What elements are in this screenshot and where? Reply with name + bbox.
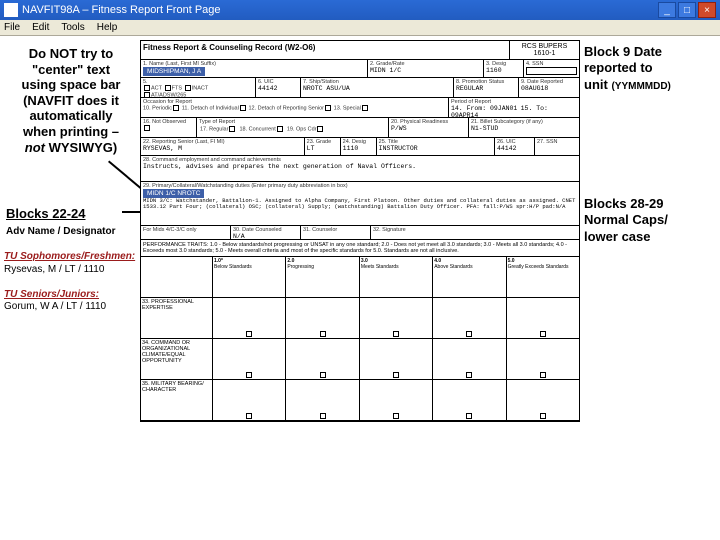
performance-header: PERFORMANCE TRAITS: 1.0 - Below standard… — [141, 240, 579, 257]
annotation-blocks22-24: Blocks 22-24 Adv Name / Designator — [6, 206, 136, 238]
form-version: RCS BUPERS 1610-1 — [509, 41, 579, 59]
fitrep-form: Fitness Report & Counseling Record (W2-O… — [140, 40, 580, 422]
period-from[interactable]: 14. From: 09JAN01 — [451, 105, 517, 112]
annotation-advisor-list: TU Sophomores/Freshmen: Rysevas, M / LT … — [4, 251, 144, 314]
form-title: Fitness Report & Counseling Record (W2-O… — [141, 41, 509, 59]
annotation-center-warning: Do NOT try to "center" text using space … — [6, 46, 136, 155]
date-reported-field[interactable]: 08AUG18 — [521, 85, 577, 92]
menubar: File Edit Tools Help — [0, 20, 720, 36]
trait-35: 35. MILITARY BEARING/ CHARACTER — [141, 380, 213, 420]
inact-checkbox[interactable] — [185, 85, 191, 91]
other-checkbox[interactable] — [144, 92, 150, 98]
trait-34: 34. COMMAND OR ORGANIZATIONAL CLIMATE/EQ… — [141, 339, 213, 379]
promo-field[interactable]: REGULAR — [456, 85, 516, 92]
annotation-blocks28-29: Blocks 28-29 Normal Caps/ lower case — [584, 196, 714, 245]
block29-text[interactable]: MIDN 3/C: Watchstander, Battalion-1. Ass… — [143, 198, 577, 211]
not-observed-checkbox[interactable] — [144, 125, 150, 131]
menu-help[interactable]: Help — [97, 22, 118, 33]
periodic-checkbox[interactable] — [173, 105, 179, 111]
name-field[interactable]: MIDSHIPMAN, J A — [143, 67, 205, 76]
close-button[interactable]: × — [698, 2, 716, 18]
fts-checkbox[interactable] — [165, 85, 171, 91]
menu-file[interactable]: File — [4, 22, 20, 33]
trait-33: 33. PROFESSIONAL EXPERTISE — [141, 298, 213, 338]
minimize-button[interactable]: _ — [658, 2, 676, 18]
uic-field[interactable]: 44142 — [258, 85, 298, 92]
app-icon — [4, 3, 18, 17]
grade-field[interactable]: MIDN 1/C — [370, 67, 481, 74]
title-text: NAVFIT98A – Fitness Report Front Page — [22, 4, 658, 16]
titlebar: NAVFIT98A – Fitness Report Front Page _ … — [0, 0, 720, 20]
billet-field[interactable]: N1-STUD — [471, 125, 577, 132]
ssn-field[interactable] — [526, 67, 577, 75]
station-field[interactable]: NROTC ASU/UA — [303, 85, 451, 92]
maximize-button[interactable]: □ — [678, 2, 696, 18]
desig-field[interactable]: 1160 — [486, 67, 521, 74]
menu-edit[interactable]: Edit — [32, 22, 49, 33]
reporting-senior-field[interactable]: RYSEVAS, M — [143, 145, 302, 152]
annotation-block9: Block 9 Date reported to unit (YYMMMDD) — [584, 44, 714, 93]
phys-field[interactable]: P/WS — [391, 125, 466, 132]
block28-text[interactable]: Instructs, advises and prepares the next… — [143, 163, 577, 170]
act-checkbox[interactable] — [144, 85, 150, 91]
menu-tools[interactable]: Tools — [61, 22, 84, 33]
